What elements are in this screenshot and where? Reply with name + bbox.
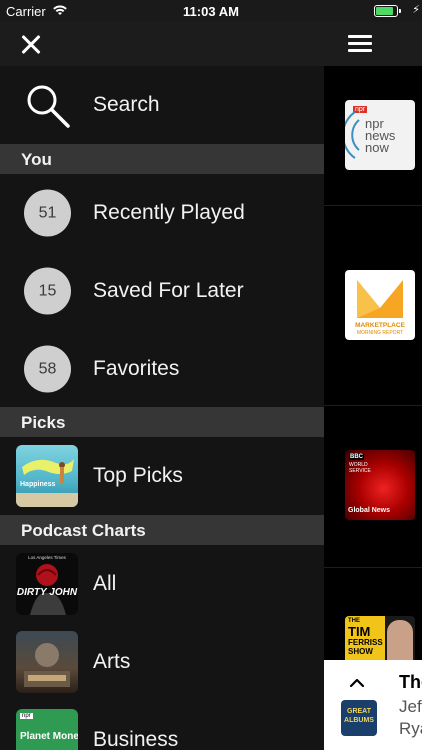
section-header-podcast-charts: Podcast Charts [0, 515, 324, 545]
row-divider [324, 205, 422, 206]
main-header [324, 22, 422, 66]
podcast-art-text: MARKETPLACE [355, 322, 405, 329]
now-playing-art-text: GREAT [347, 708, 371, 715]
podcast-art-text: MORNING REPORT [356, 330, 404, 336]
section-title: You [21, 150, 52, 169]
top-picks-art-text: Happiness [20, 481, 56, 488]
now-playing-subtitle: Rya [399, 719, 422, 738]
podcast-art-text: BBC [349, 454, 364, 460]
mini-player[interactable]: GREAT ALBUMS The Jef Rya [324, 660, 422, 750]
side-drawer: Search You 51 Recently Played 15 Saved F… [0, 22, 324, 750]
search-icon [27, 85, 70, 128]
section-header-you: You [0, 144, 324, 174]
drawer-item-label: Recently Played [93, 201, 245, 224]
all-chart-art-sub: Los Angeles Times [28, 555, 66, 560]
npr-logo: npr [20, 713, 33, 719]
business-chart-artwork: npr Planet Money [16, 709, 78, 750]
podcast-art-text: TIM [348, 624, 371, 639]
now-playing-title: The [399, 672, 422, 692]
drawer-item-label: Saved For Later [93, 279, 244, 302]
arts-chart-artwork [16, 631, 78, 693]
clock: 11:03 AM [183, 4, 239, 19]
now-playing-artwork: GREAT ALBUMS [341, 700, 377, 736]
all-chart-art-text: DIRTY JOHN [16, 587, 78, 598]
drawer-item-recently-played[interactable]: 51 Recently Played [0, 174, 324, 252]
menu-icon[interactable] [348, 35, 372, 53]
search-label: Search [93, 93, 160, 116]
count-badge: 15 [24, 267, 71, 315]
podcast-art-text: now [365, 140, 389, 155]
row-divider [324, 405, 422, 406]
podcast-art-text: SERVICE [349, 468, 371, 474]
drawer-item-arts[interactable]: Arts [0, 623, 324, 701]
charging-icon: ⚡ [412, 4, 420, 16]
podcast-artwork-npr-news-now[interactable]: npr npr news now [345, 100, 415, 170]
section-header-picks: Picks [0, 407, 324, 437]
battery-icon [374, 5, 401, 17]
drawer-item-saved-for-later[interactable]: 15 Saved For Later [0, 252, 324, 330]
all-chart-artwork: Los Angeles Times DIRTY JOHN [16, 553, 78, 615]
drawer-item-label: Business [93, 728, 179, 750]
now-playing-subtitle: Jef [399, 697, 422, 716]
count-badge: 51 [24, 189, 71, 237]
drawer-item-label: Favorites [93, 357, 180, 380]
drawer-item-label: Arts [93, 650, 131, 673]
count-badge: 58 [24, 345, 71, 393]
main-content: npr npr news now MARKETPLACE MORNING REP… [324, 22, 422, 750]
search-row[interactable]: Search [0, 66, 324, 144]
drawer-header [0, 22, 324, 66]
podcast-artwork-marketplace[interactable]: MARKETPLACE MORNING REPORT [345, 270, 415, 340]
drawer-item-favorites[interactable]: 58 Favorites [0, 330, 324, 408]
section-title: Picks [21, 413, 66, 432]
podcast-artwork-tim-ferriss-show[interactable]: THE TIM FERRISS SHOW [345, 616, 415, 660]
top-picks-artwork: Happiness [16, 445, 78, 507]
drawer-item-label: Top Picks [93, 464, 183, 487]
section-title: Podcast Charts [21, 521, 146, 540]
drawer-item-all[interactable]: Los Angeles Times DIRTY JOHN All [0, 545, 324, 623]
business-chart-art-text: Planet Money [20, 731, 78, 742]
drawer-item-business[interactable]: npr Planet Money Business [0, 701, 324, 750]
drawer-item-label: All [93, 572, 117, 595]
podcast-art-text: SHOW [348, 647, 373, 656]
podcast-artwork-bbc-global-news[interactable]: BBC WORLD SERVICE Global News [345, 450, 415, 520]
podcast-art-text: FERRISS [348, 638, 383, 647]
chevron-up-icon[interactable] [349, 675, 365, 691]
podcast-art-text: Global News [348, 507, 391, 514]
row-divider [324, 567, 422, 568]
drawer-item-top-picks[interactable]: Happiness Top Picks [0, 437, 324, 515]
close-icon[interactable] [18, 32, 44, 58]
now-playing-art-text: ALBUMS [344, 717, 374, 724]
status-bar: Carrier 11:03 AM ⚡ [0, 0, 422, 22]
